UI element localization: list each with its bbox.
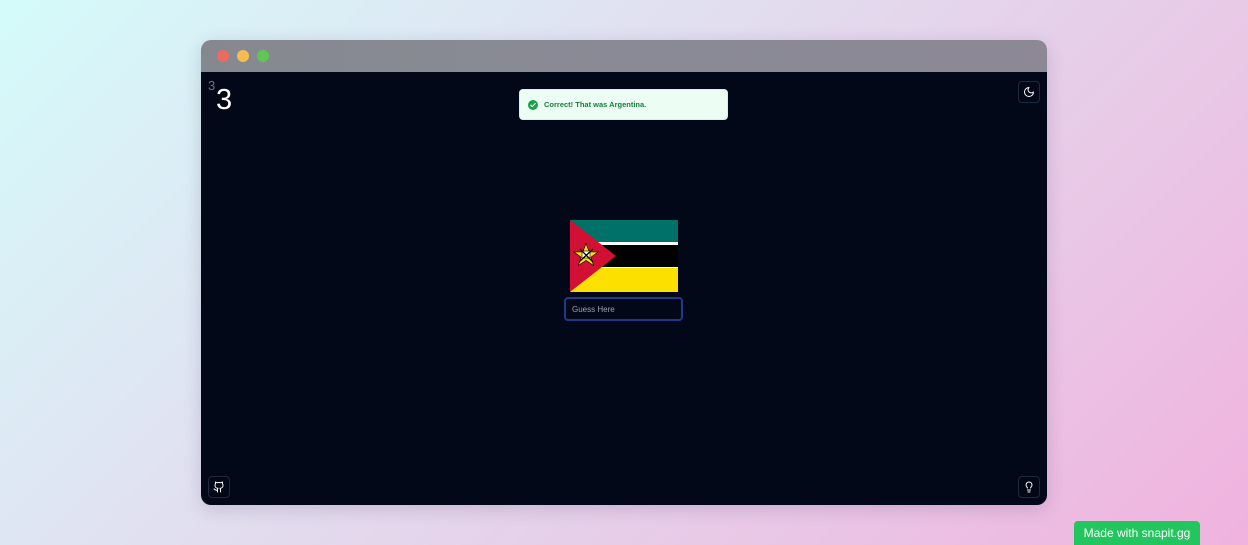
streak-counter-small: 3 xyxy=(208,78,216,93)
country-flag xyxy=(570,220,678,292)
success-toast: Correct! That was Argentina. xyxy=(519,89,728,120)
moon-icon xyxy=(1023,86,1035,98)
hint-button[interactable] xyxy=(1018,476,1040,498)
window-titlebar xyxy=(201,40,1047,72)
github-icon xyxy=(213,481,225,493)
maximize-window-button[interactable] xyxy=(257,50,269,62)
flag-game-app: 3 3 Correct! That was Argentina. xyxy=(201,72,1047,505)
lightbulb-icon xyxy=(1023,481,1035,493)
guess-input[interactable] xyxy=(564,297,683,321)
made-with-snapit-badge[interactable]: Made with snapit.gg xyxy=(1074,521,1200,545)
check-circle-icon xyxy=(528,99,538,110)
toast-message: Correct! That was Argentina. xyxy=(544,100,647,109)
minimize-window-button[interactable] xyxy=(237,50,249,62)
browser-window: 3 3 Correct! That was Argentina. xyxy=(201,40,1047,505)
github-link-button[interactable] xyxy=(208,476,230,498)
streak-counter: 3 xyxy=(216,84,233,116)
theme-toggle-button[interactable] xyxy=(1018,81,1040,103)
close-window-button[interactable] xyxy=(217,50,229,62)
